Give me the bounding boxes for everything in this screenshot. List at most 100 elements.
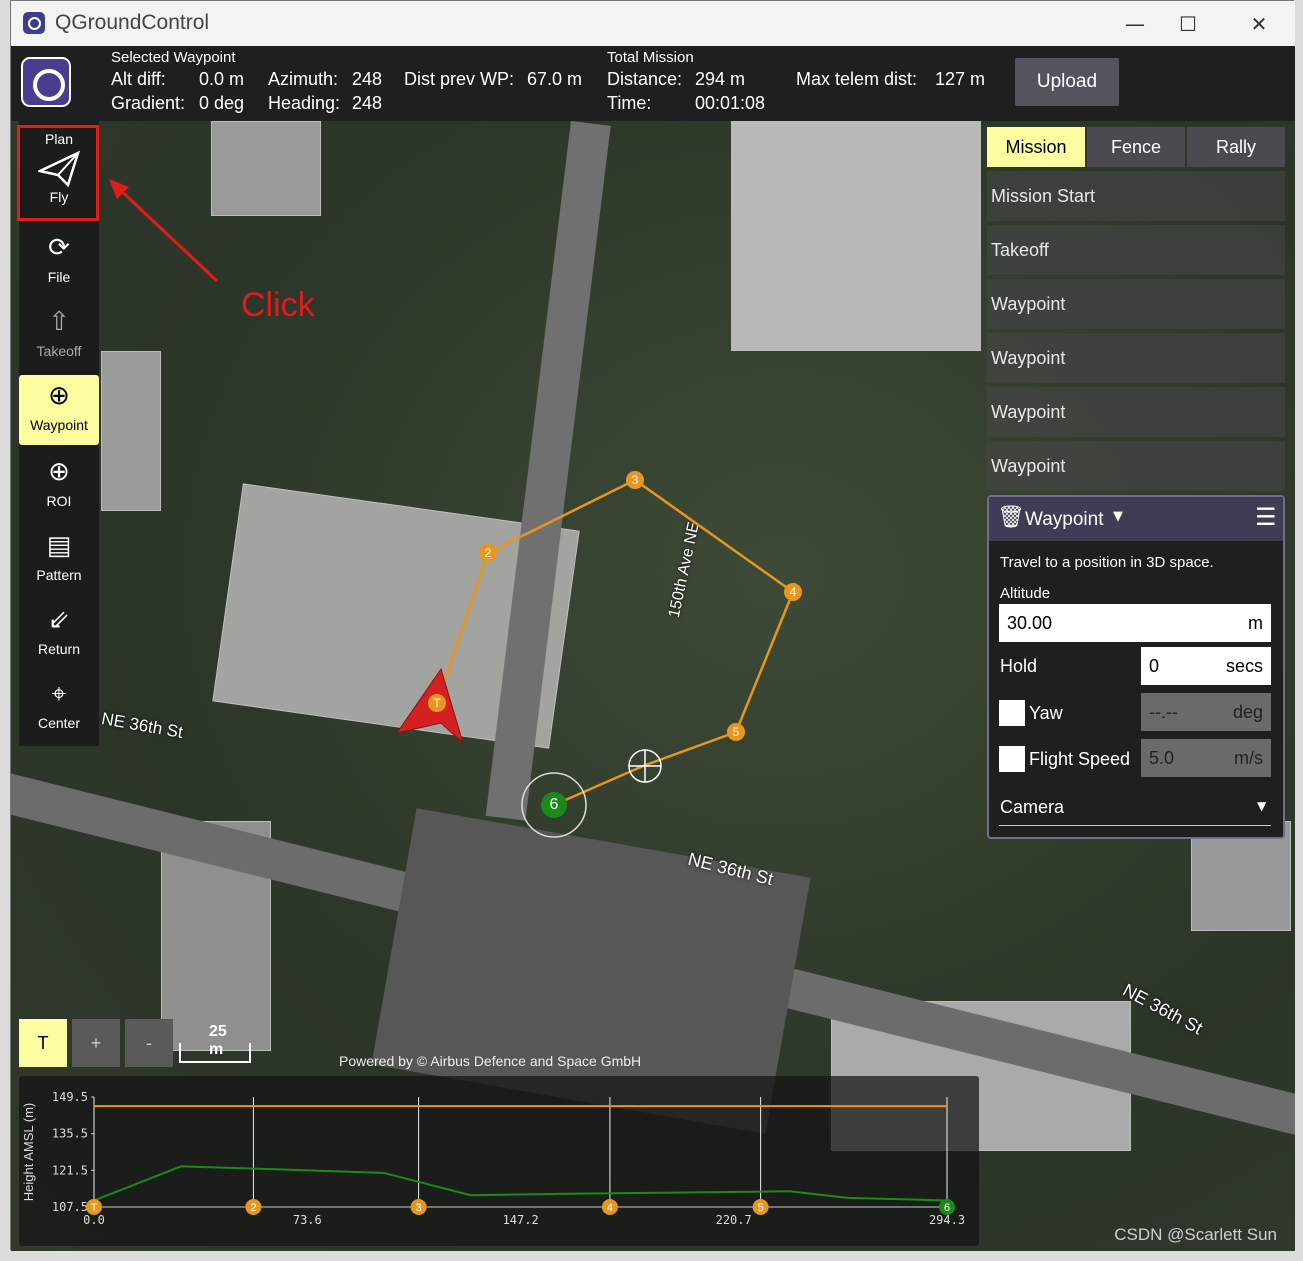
waypoint-description: Travel to a position in 3D space.: [1000, 554, 1214, 571]
roi-button[interactable]: ⊕ ROI: [19, 457, 99, 509]
flight-speed-value: 5.0: [1149, 748, 1175, 768]
mission-item-takeoff[interactable]: Takeoff: [987, 225, 1285, 275]
altitude-profile-chart: 149.5 135.5 121.5 107.5 0.0 73.6 147.2 220.7 294…: [19, 1076, 979, 1246]
camera-section-label[interactable]: Camera: [1000, 797, 1064, 818]
y-tick-label: 149.5: [52, 1090, 88, 1104]
max-telem-value: 127 m: [935, 69, 986, 89]
terrain-toggle-button[interactable]: T: [19, 1019, 67, 1067]
heading-value: 248: [352, 93, 383, 113]
waypoint-marker[interactable]: 3: [626, 471, 644, 489]
waypoint-marker[interactable]: 2: [479, 544, 497, 562]
altitude-unit: m: [1248, 613, 1263, 633]
altitude-input[interactable]: 30.00 m: [999, 604, 1271, 642]
chevron-down-icon[interactable]: ▼: [1113, 509, 1123, 524]
camera-expand-icon[interactable]: ▼: [1257, 799, 1266, 813]
profile-waypoint-label: 6: [944, 1202, 950, 1214]
hamburger-menu-icon[interactable]: ☰: [1255, 503, 1277, 531]
zoom-out-button[interactable]: -: [125, 1019, 173, 1067]
roi-label: ROI: [46, 493, 72, 509]
flight-speed-checkbox[interactable]: [999, 746, 1025, 772]
crosshair-center-icon: ⌖: [51, 679, 67, 709]
watermark: CSDN @Scarlett Sun: [1114, 1225, 1277, 1244]
mission-item-waypoint[interactable]: Waypoint: [987, 279, 1285, 329]
waypoint-marker[interactable]: 5: [727, 723, 745, 741]
time-label: Time:: [607, 93, 652, 113]
qgc-window: QGroundControl — ☐ ✕ Selected Waypoint A…: [10, 0, 1295, 1251]
profile-svg: 149.5 135.5 121.5 107.50.0 73.6 147.2 220.7 294…: [21, 1090, 965, 1227]
mission-item-waypoint[interactable]: Waypoint: [987, 441, 1285, 491]
upload-button[interactable]: Upload: [1015, 58, 1119, 106]
profile-waypoint-label: 4: [607, 1202, 613, 1214]
hold-unit: secs: [1225, 656, 1263, 676]
flight-speed-input: 5.0 m/s: [1141, 739, 1271, 777]
zoom-in-button[interactable]: +: [72, 1019, 120, 1067]
center-label: Center: [37, 715, 81, 731]
app-logo-icon: [23, 12, 45, 34]
takeoff-label: Takeoff: [36, 343, 82, 359]
waypoint-marker[interactable]: 4: [784, 583, 802, 601]
tab-fence[interactable]: Fence: [1087, 127, 1185, 167]
waypoint-marker-takeoff[interactable]: T: [428, 694, 446, 712]
minimize-button[interactable]: —: [1111, 9, 1159, 39]
mission-item-waypoint[interactable]: Waypoint: [987, 333, 1285, 383]
pattern-button[interactable]: ▤ Pattern: [19, 531, 99, 583]
annotation-highlight-box: [17, 125, 99, 221]
x-tick-label: 294.3: [929, 1213, 965, 1227]
top-toolbar: Selected Waypoint Alt diff: 0.0 m Gradie…: [11, 46, 1295, 121]
sync-icon: ⟳: [48, 233, 70, 263]
file-label: File: [47, 269, 71, 285]
terrain-height-line: [93, 1165, 948, 1202]
distance-value: 294 m: [695, 69, 746, 89]
satellite-map[interactable]: NE 36th St 150th Ave NE NE 36th St NE 36…: [11, 121, 1295, 1251]
tab-mission[interactable]: Mission: [987, 127, 1085, 167]
hold-input[interactable]: 0 secs: [1141, 647, 1271, 685]
add-circle-icon: ⊕: [48, 381, 70, 411]
maximize-button[interactable]: ☐: [1164, 9, 1212, 39]
waypoint-tool-label: Waypoint: [30, 417, 88, 433]
alt-diff-label: Alt diff:: [111, 69, 166, 89]
altitude-value: 30.00: [1007, 613, 1053, 633]
alt-diff-value: 0.0 m: [199, 69, 245, 89]
azimuth-label: Azimuth:: [268, 69, 339, 89]
mission-item-start[interactable]: Mission Start: [987, 171, 1285, 221]
return-label: Return: [37, 641, 81, 657]
profile-waypoint-label: 3: [416, 1202, 422, 1214]
gradient-label: Gradient:: [111, 93, 186, 113]
waypoint-editor-header: 🗑 Waypoint ▼ ☰: [989, 497, 1283, 541]
waypoint-tool-button[interactable]: ⊕ Waypoint: [19, 375, 99, 445]
selected-waypoint-title: Selected Waypoint: [111, 49, 236, 66]
return-button[interactable]: ⇙ Return: [19, 605, 99, 657]
dist-prev-value: 67.0 m: [527, 69, 583, 89]
azimuth-value: 248: [352, 69, 383, 89]
annotation-click-text: Click: [241, 286, 315, 324]
y-axis-label: Height AMSL (m): [21, 1103, 36, 1202]
scale-bar: [179, 1043, 251, 1063]
max-telem-label: Max telem dist:: [796, 69, 918, 89]
mission-path-line: [435, 478, 795, 807]
close-button[interactable]: ✕: [1235, 9, 1283, 39]
window-title: QGroundControl: [55, 11, 210, 34]
altitude-label: Altitude: [1000, 585, 1051, 602]
pattern-label: Pattern: [36, 567, 82, 583]
dist-prev-label: Dist prev WP:: [404, 69, 515, 89]
qgc-logo-icon[interactable]: [21, 57, 71, 107]
center-button[interactable]: ⌖ Center: [19, 679, 99, 731]
yaw-value: --.--: [1149, 702, 1178, 722]
x-tick-label: 0.0: [83, 1213, 105, 1227]
flight-speed-unit: m/s: [1234, 748, 1263, 768]
pattern-icon: ▤: [46, 531, 72, 561]
hold-label: Hold: [1000, 656, 1038, 676]
yaw-checkbox[interactable]: [999, 700, 1025, 726]
file-button[interactable]: ⟳ File: [19, 233, 99, 285]
trash-icon[interactable]: 🗑: [997, 505, 1025, 530]
mission-item-waypoint[interactable]: Waypoint: [987, 387, 1285, 437]
x-tick-label: 220.7: [716, 1213, 752, 1227]
map-attribution: Powered by © Airbus Defence and Space Gm…: [339, 1053, 642, 1069]
yaw-input: --.-- deg: [1141, 693, 1271, 731]
takeoff-button[interactable]: ⇧ Takeoff: [19, 307, 99, 359]
waypoint-editor: 🗑 Waypoint ▼ ☰ Travel to a position in 3…: [987, 495, 1285, 839]
tab-rally[interactable]: Rally: [1187, 127, 1285, 167]
waypoint-marker-active[interactable]: 6: [541, 792, 567, 818]
waypoint-editor-title[interactable]: Waypoint: [1025, 509, 1104, 531]
distance-label: Distance:: [607, 69, 683, 89]
